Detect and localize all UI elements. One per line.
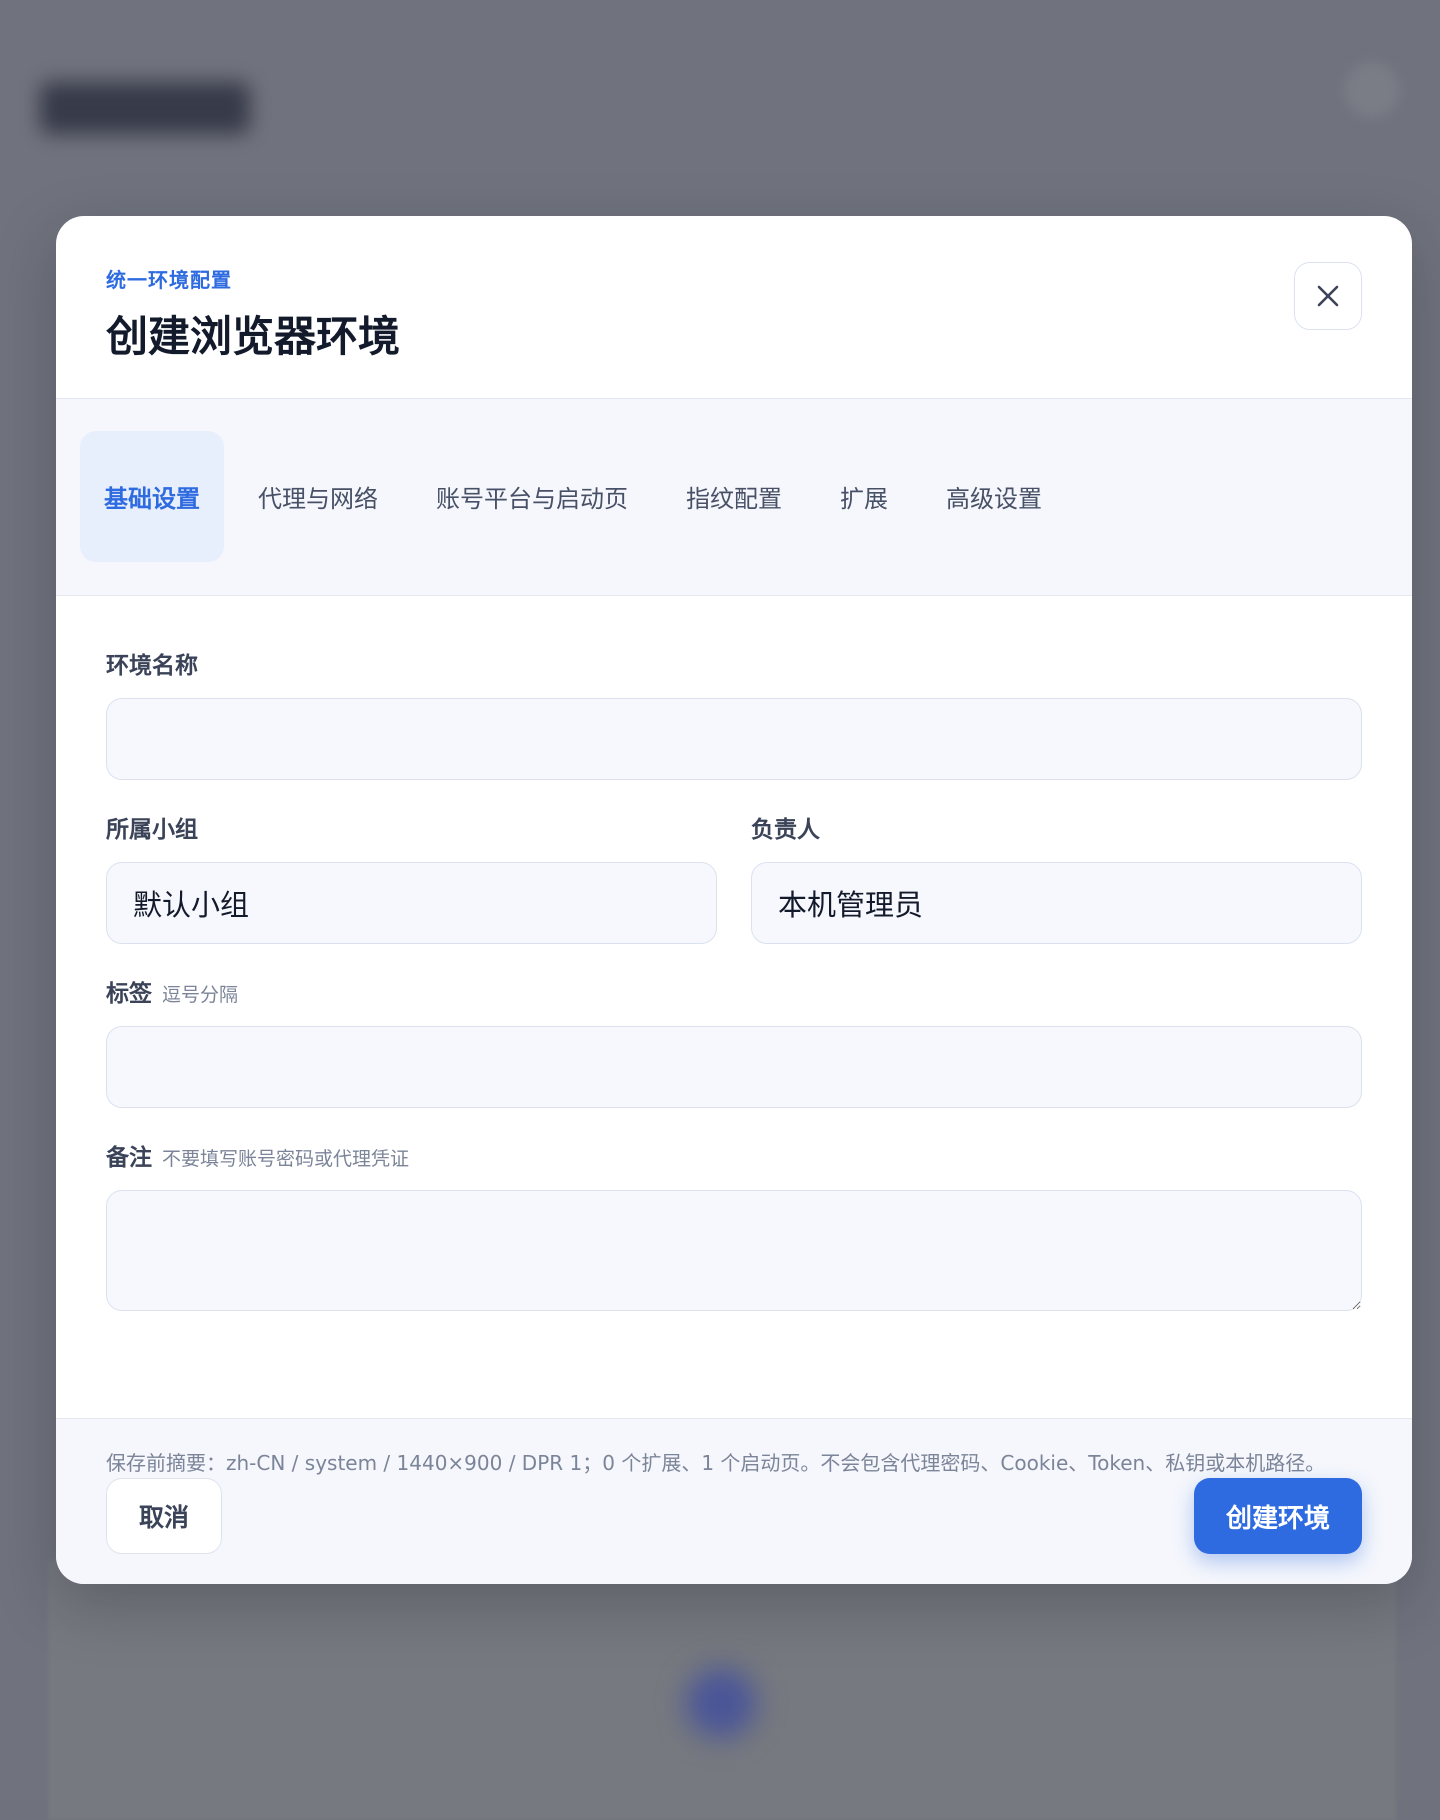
owner-input[interactable] bbox=[751, 862, 1362, 944]
tab-proxy-network[interactable]: 代理与网络 bbox=[234, 431, 402, 562]
env-name-field: 环境名称 bbox=[106, 646, 1362, 780]
tags-label: 标签 bbox=[106, 981, 152, 1007]
tab-account-platform-startup[interactable]: 账号平台与启动页 bbox=[412, 431, 652, 562]
dialog-body: 环境名称 所属小组 负责人 标签 逗号分隔 bbox=[56, 596, 1412, 1418]
owner-field: 负责人 bbox=[751, 810, 1362, 944]
notes-textarea[interactable] bbox=[106, 1190, 1362, 1311]
group-owner-row: 所属小组 负责人 bbox=[106, 810, 1362, 974]
create-environment-button[interactable]: 创建环境 bbox=[1194, 1478, 1362, 1554]
close-icon bbox=[1317, 285, 1339, 307]
notes-label: 备注 bbox=[106, 1145, 152, 1171]
group-input[interactable] bbox=[106, 862, 717, 944]
tab-fingerprint[interactable]: 指纹配置 bbox=[662, 431, 806, 562]
tab-basic-settings[interactable]: 基础设置 bbox=[80, 431, 224, 562]
notes-field: 备注 不要填写账号密码或代理凭证 bbox=[106, 1138, 1362, 1315]
avatar bbox=[1344, 62, 1400, 118]
dialog-title: 创建浏览器环境 bbox=[106, 312, 401, 361]
tags-field: 标签 逗号分隔 bbox=[106, 974, 1362, 1108]
save-summary: 保存前摘要：zh-CN / system / 1440×900 / DPR 1；… bbox=[106, 1451, 1326, 1475]
close-button[interactable] bbox=[1294, 262, 1362, 330]
background-loading-dot bbox=[686, 1668, 756, 1738]
cancel-button[interactable]: 取消 bbox=[106, 1478, 222, 1554]
owner-label: 负责人 bbox=[751, 817, 820, 843]
tags-input[interactable] bbox=[106, 1026, 1362, 1108]
dialog-header: 统一环境配置 创建浏览器环境 bbox=[56, 216, 1412, 399]
tab-bar: 基础设置 代理与网络 账号平台与启动页 指纹配置 扩展 高级设置 bbox=[56, 399, 1412, 596]
dialog-eyebrow: 统一环境配置 bbox=[106, 268, 232, 292]
tags-hint: 逗号分隔 bbox=[162, 984, 239, 1006]
tab-extensions[interactable]: 扩展 bbox=[816, 431, 912, 562]
footer-actions: 取消 创建环境 bbox=[106, 1478, 1362, 1554]
group-field: 所属小组 bbox=[106, 810, 717, 944]
group-label: 所属小组 bbox=[106, 817, 198, 843]
tab-advanced-settings[interactable]: 高级设置 bbox=[922, 431, 1066, 562]
dialog-footer: 保存前摘要：zh-CN / system / 1440×900 / DPR 1；… bbox=[56, 1418, 1412, 1584]
env-name-input[interactable] bbox=[106, 698, 1362, 780]
notes-hint: 不要填写账号密码或代理凭证 bbox=[162, 1148, 410, 1170]
env-name-label: 环境名称 bbox=[106, 653, 198, 679]
create-environment-dialog: 统一环境配置 创建浏览器环境 基础设置 代理与网络 账号平台与启动页 指纹配置 … bbox=[56, 216, 1412, 1584]
app-logo bbox=[40, 82, 250, 134]
